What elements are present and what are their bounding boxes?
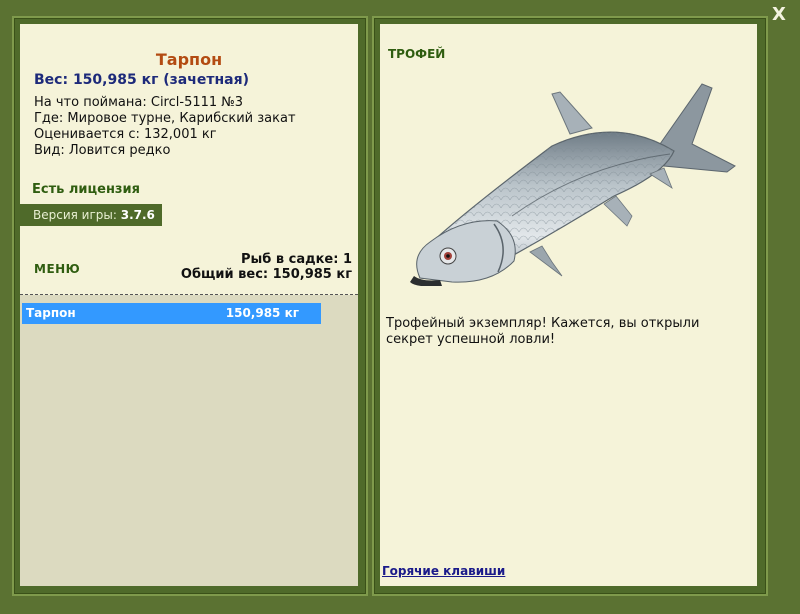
version-bar: Версия игры: 3.7.6 [20, 204, 162, 226]
fish-count: Рыб в садке: 1 [240, 252, 352, 267]
trophy-description: Трофейный экземпляр! Кажется, вы открыли… [386, 316, 700, 347]
fish-rarity: Вид: Ловится редко [34, 143, 171, 158]
close-button[interactable]: X [768, 4, 790, 26]
fish-list-item-name: Тарпон [26, 306, 76, 320]
license-status: Есть лицензия [32, 182, 140, 197]
catch-location: Где: Мировое турне, Карибский закат [34, 111, 296, 126]
version-label: Версия игры: [33, 208, 117, 222]
keepnet-stats: Рыб в садке: 1 Общий вес: 150,985 кг [181, 252, 352, 282]
fish-list-item[interactable]: Тарпон 150,985 кг [22, 303, 321, 324]
version-value: 3.7.6 [120, 208, 155, 222]
fish-info-panel: Тарпон Вес: 150,985 кг (зачетная) На что… [20, 24, 358, 586]
tarpon-fish-image [410, 83, 736, 286]
fish-weight: Вес: 150,985 кг (зачетная) [34, 72, 249, 88]
fish-name-title: Тарпон [155, 50, 223, 69]
caught-with: На что поймана: Circl-5111 №3 [34, 95, 244, 110]
valued-from: Оценивается с: 132,001 кг [34, 127, 217, 142]
total-weight: Общий вес: 150,985 кг [180, 267, 352, 282]
fish-list: Тарпон 150,985 кг [20, 295, 358, 586]
menu-button[interactable]: МЕНЮ [34, 262, 80, 276]
fish-list-item-weight: 150,985 кг [225, 306, 299, 320]
hotkeys-link[interactable]: Горячие клавиши [382, 564, 505, 578]
trophy-panel: ТРОФЕЙ Трофейный экземпляр! Кажется, вы … [380, 24, 757, 586]
